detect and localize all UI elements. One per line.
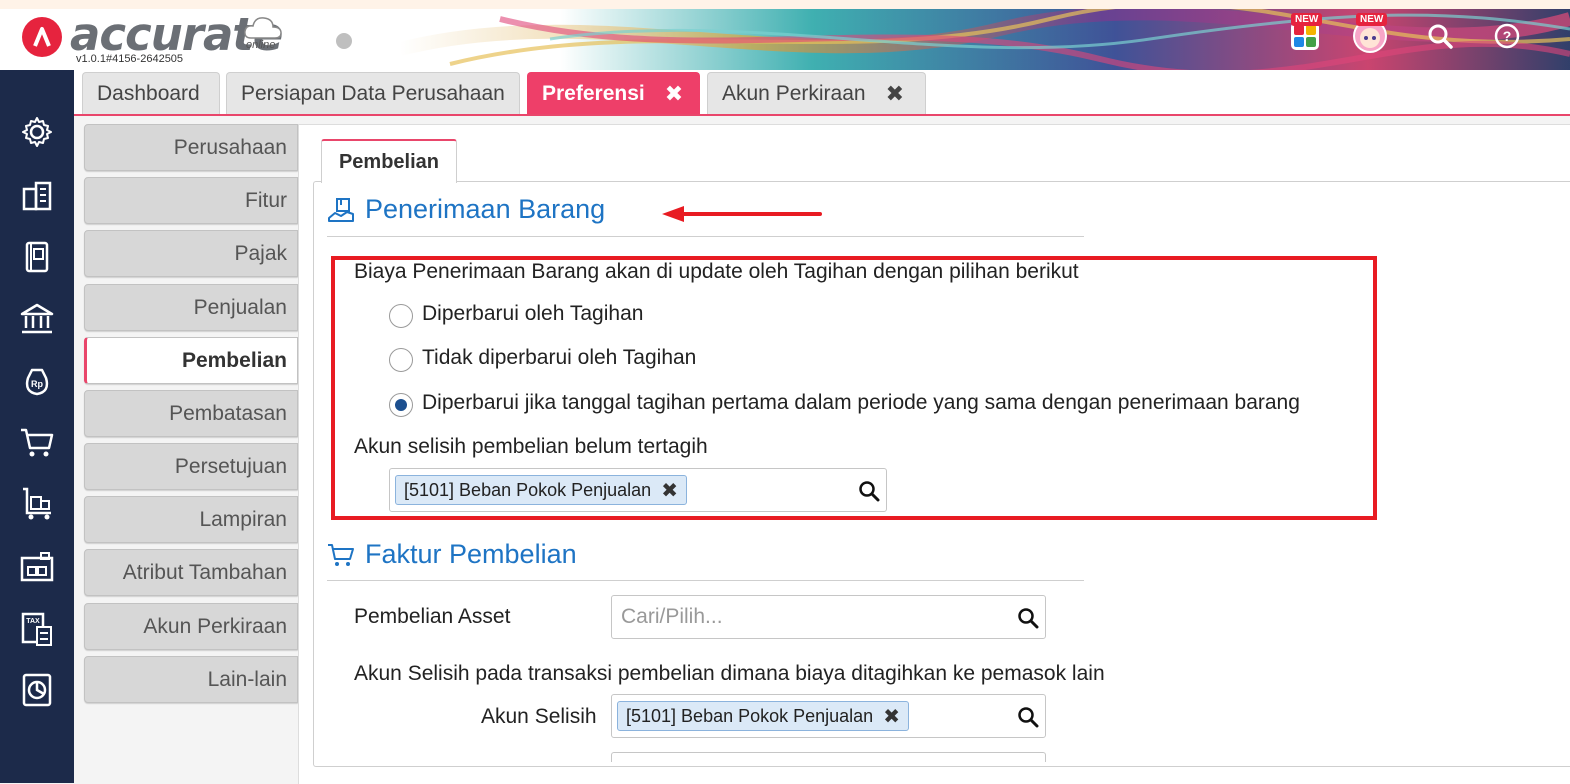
diff-label: Akun Selisih <box>481 705 597 728</box>
search-icon[interactable] <box>858 480 880 502</box>
money-bag-rp-icon[interactable]: Rp <box>17 360 57 400</box>
tab-label: Akun Perkiraan <box>722 81 866 105</box>
tab-preferensi[interactable]: Preferensi ✖ <box>527 72 700 114</box>
tax-calculator-icon[interactable]: TAX <box>17 609 57 649</box>
section-title-text: Faktur Pembelian <box>365 539 577 569</box>
tab-dashboard[interactable]: Dashboard <box>82 72 220 114</box>
pref-nav-penjualan[interactable]: Penjualan <box>84 284 298 331</box>
red-annotation-arrow <box>662 206 822 222</box>
help-icon[interactable]: ? <box>1489 18 1525 54</box>
settings-icon[interactable] <box>17 112 57 152</box>
tab-label: Persiapan Data Perusahaan <box>241 81 505 105</box>
version-text: v1.0.1#4156-2642505 <box>76 53 184 65</box>
company-building-icon[interactable] <box>17 176 57 216</box>
subtab-pembelian[interactable]: Pembelian <box>321 139 457 183</box>
new-badge: NEW <box>1291 13 1323 26</box>
akun-selisih-select[interactable]: [5101] Beban Pokok Penjualan ✖ <box>611 694 1046 738</box>
select-placeholder: Cari/Pilih... <box>621 605 723 628</box>
pref-nav-pajak[interactable]: Pajak <box>84 230 298 277</box>
pref-nav-perusahaan[interactable]: Perusahaan <box>84 124 298 171</box>
radio-label: Diperbarui jika tanggal tagihan pertama … <box>422 391 1300 414</box>
search-icon[interactable] <box>1422 18 1458 54</box>
tab-label: Preferensi <box>542 81 645 105</box>
chip-label: [5101] Beban Pokok Penjualan <box>626 705 874 726</box>
goods-receipt-icon <box>327 196 355 224</box>
radio-label: Diperbarui oleh Tagihan <box>422 302 644 325</box>
close-tab-icon[interactable]: ✖ <box>665 81 683 107</box>
pref-nav-pembatasan[interactable]: Pembatasan <box>84 390 298 437</box>
remove-chip-icon[interactable]: ✖ <box>883 704 900 729</box>
pref-nav-lampiran[interactable]: Lampiran <box>84 496 298 543</box>
selected-account-chip: [5101] Beban Pokok Penjualan ✖ <box>617 701 909 731</box>
left-icon-rail: Rp TAX <box>0 70 74 783</box>
new-badge: NEW <box>1356 13 1388 26</box>
close-tab-icon[interactable]: ✖ <box>886 81 904 107</box>
asset-label: Pembelian Asset <box>354 605 511 628</box>
ledger-book-icon[interactable] <box>17 237 57 277</box>
shopping-cart-icon <box>327 541 355 569</box>
account-selisih-select[interactable]: [5101] Beban Pokok Penjualan ✖ <box>389 468 887 512</box>
svg-text:TAX: TAX <box>26 618 40 625</box>
report-chart-icon[interactable] <box>17 670 57 710</box>
section-divider <box>327 580 1084 581</box>
diff-description: Akun Selisih pada transaksi pembelian di… <box>354 662 1105 685</box>
section-title-text: Penerimaan Barang <box>365 194 606 224</box>
app-header: accurate online v1.0.1#4156-2642505 NEW … <box>0 0 1570 70</box>
pembelian-asset-select[interactable]: Cari/Pilih... <box>611 595 1046 639</box>
section-faktur-pembelian-title: Faktur Pembelian <box>327 539 577 570</box>
radio-diperbarui-oleh-tagihan[interactable] <box>389 304 413 328</box>
search-icon[interactable] <box>1017 607 1039 629</box>
svg-text:Rp: Rp <box>31 379 43 389</box>
radio-tidak-diperbarui[interactable] <box>389 348 413 372</box>
main-tab-bar: Dashboard Persiapan Data Perusahaan Pref… <box>74 70 1570 116</box>
pref-nav-atribut-tambahan[interactable]: Atribut Tambahan <box>84 549 298 596</box>
logo-online-text: online <box>246 39 276 51</box>
pref-nav-lain-lain[interactable]: Lain-lain <box>84 656 298 703</box>
cloud-icon <box>244 17 282 39</box>
status-dot <box>336 33 352 49</box>
trolley-boxes-icon[interactable] <box>17 483 57 523</box>
pref-nav-persetujuan[interactable]: Persetujuan <box>84 443 298 490</box>
accurate-logo-icon[interactable] <box>22 17 62 57</box>
penerimaan-question-text: Biaya Penerimaan Barang akan di update o… <box>354 260 1079 283</box>
section-divider <box>327 236 1084 237</box>
tab-persiapan-data-perusahaan[interactable]: Persiapan Data Perusahaan <box>226 72 520 114</box>
radio-label: Tidak diperbarui oleh Tagihan <box>422 346 697 369</box>
tab-label: Dashboard <box>97 81 200 105</box>
pref-nav-fitur[interactable]: Fitur <box>84 177 298 224</box>
selected-account-chip: [5101] Beban Pokok Penjualan ✖ <box>395 475 687 505</box>
tab-akun-perkiraan[interactable]: Akun Perkiraan ✖ <box>707 72 926 114</box>
pref-nav-akun-perkiraan[interactable]: Akun Perkiraan <box>84 603 298 650</box>
bank-icon[interactable] <box>17 299 57 339</box>
radio-diperbarui-jika-tanggal[interactable] <box>389 393 413 417</box>
section-penerimaan-barang-title: Penerimaan Barang <box>327 194 605 225</box>
account-label: Akun selisih pembelian belum tertagih <box>354 435 708 458</box>
warehouse-icon[interactable] <box>17 547 57 587</box>
next-field-partial[interactable] <box>611 752 1046 762</box>
shopping-cart-icon[interactable] <box>17 422 57 462</box>
pref-nav-pembelian[interactable]: Pembelian <box>84 337 298 384</box>
remove-chip-icon[interactable]: ✖ <box>661 478 678 503</box>
chip-label: [5101] Beban Pokok Penjualan <box>404 479 652 500</box>
svg-text:?: ? <box>1503 28 1512 44</box>
search-icon[interactable] <box>1017 706 1039 728</box>
